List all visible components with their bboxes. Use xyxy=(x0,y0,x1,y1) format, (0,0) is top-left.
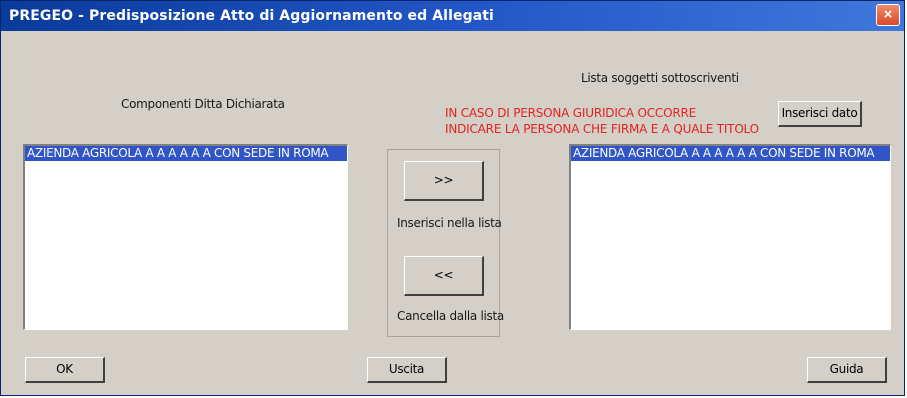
insert-data-button[interactable]: Inserisci dato xyxy=(778,101,862,127)
add-to-list-button[interactable]: >> xyxy=(404,161,484,201)
add-caption: Inserisci nella lista xyxy=(397,216,502,230)
components-listbox[interactable]: AZIENDA AGRICOLA A A A A A A CON SEDE IN… xyxy=(23,144,348,330)
list-item[interactable]: AZIENDA AGRICOLA A A A A A A CON SEDE IN… xyxy=(571,146,890,161)
help-button[interactable]: Guida xyxy=(807,357,887,383)
remove-from-list-button[interactable]: << xyxy=(404,256,484,296)
left-list-label: Componenti Ditta Dichiarata xyxy=(121,97,285,111)
warning-line-2: INDICARE LA PERSONA CHE FIRMA E A QUALE … xyxy=(445,122,759,136)
close-icon[interactable]: × xyxy=(876,4,900,26)
legal-entity-warning: IN CASO DI PERSONA GIURIDICA OCCORRE IND… xyxy=(445,105,759,137)
list-item[interactable]: AZIENDA AGRICOLA A A A A A A CON SEDE IN… xyxy=(25,146,347,161)
window-title: PREGEO - Predisposizione Atto di Aggiorn… xyxy=(9,8,494,24)
remove-caption: Cancella dalla lista xyxy=(397,309,504,323)
warning-line-1: IN CASO DI PERSONA GIURIDICA OCCORRE xyxy=(445,106,696,120)
exit-button[interactable]: Uscita xyxy=(367,357,447,383)
dialog-window: PREGEO - Predisposizione Atto di Aggiorn… xyxy=(0,0,905,396)
transfer-group: >> Inserisci nella lista << Cancella dal… xyxy=(387,149,504,337)
ok-button[interactable]: OK xyxy=(25,357,105,383)
title-bar[interactable]: PREGEO - Predisposizione Atto di Aggiorn… xyxy=(1,1,904,31)
signers-listbox[interactable]: AZIENDA AGRICOLA A A A A A A CON SEDE IN… xyxy=(569,144,891,330)
right-list-label: Lista soggetti sottoscriventi xyxy=(581,71,739,85)
